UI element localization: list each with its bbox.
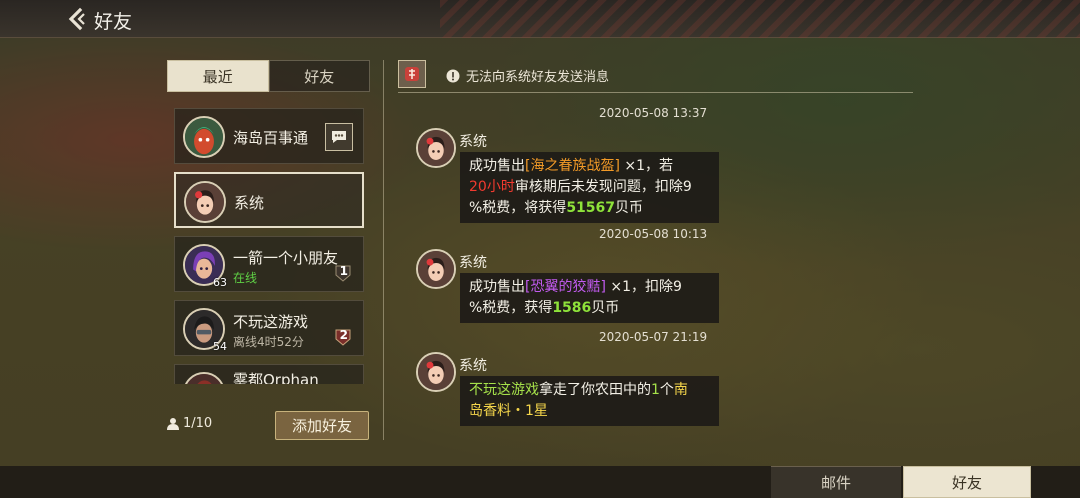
chat-bubble-icon (332, 131, 346, 143)
avatar (183, 116, 225, 158)
friend-name: 雾都Orphan (233, 371, 319, 384)
page-title: 好友 (94, 11, 133, 33)
level-label: 63 (213, 276, 227, 289)
message-bubble: 成功售出[海之眷族战盔] ×1，若 20小时审核期后未发现问题，扣除9 %税费，将获… (460, 152, 719, 223)
item-link[interactable]: [恐翼的狡黠] (525, 279, 606, 295)
quantity-highlight: 1 (651, 382, 660, 398)
system-notice: 无法向系统好友发送消息 (446, 66, 609, 85)
message-text: ×1，扣除9 (605, 279, 682, 295)
message-sender: 系统 (459, 255, 487, 271)
system-chat-icon (398, 60, 426, 88)
info-icon (446, 69, 460, 82)
message-text: ×1，若 (619, 158, 674, 174)
tab-mail[interactable]: 邮件 (771, 466, 901, 498)
system-badge-icon (405, 67, 419, 81)
message-text: 拿走了你农田中的 (539, 382, 651, 398)
message-text: 贝币 (591, 300, 620, 316)
friend-status: 在线 (233, 271, 258, 285)
tab-friends-bottom[interactable]: 好友 (903, 466, 1031, 498)
message-sender: 系统 (459, 134, 487, 150)
list-item-friend[interactable]: 54 不玩这游戏 离线4时52分 2 (174, 300, 364, 356)
friend-name: 一箭一个小朋友 (233, 249, 339, 267)
friend-count: 1/10 (167, 416, 212, 431)
item-link[interactable]: [海之眷族战盔] (525, 158, 620, 174)
list-item-island-guide[interactable]: 海岛百事通 (174, 108, 364, 164)
message-sender: 系统 (459, 358, 487, 374)
friend-list: 海岛百事通 系统 63 一箭一个小朋友 在线 1 54 不玩这游戏 离线4时52… (174, 108, 364, 384)
message-text: 贝币 (615, 200, 644, 216)
friend-count-value: 1/10 (183, 416, 213, 431)
avatar (183, 372, 225, 384)
tab-friends[interactable]: 好友 (268, 60, 370, 92)
avatar (416, 352, 456, 392)
amount-highlight: 51567 (566, 200, 616, 216)
message-timestamp: 2020-05-08 13:37 (599, 106, 708, 120)
amount-highlight: 1586 (552, 300, 592, 316)
level-label: 54 (213, 340, 227, 353)
message-text: %税费，获得 (469, 300, 553, 316)
list-item-friend[interactable]: 63 一箭一个小朋友 在线 1 (174, 236, 364, 292)
chevron-left-icon (68, 7, 85, 31)
friend-tabs: 最近 好友 (167, 60, 370, 92)
top-bar (0, 0, 1080, 38)
friend-name: 系统 (234, 194, 265, 212)
list-item-system[interactable]: 系统 (174, 172, 364, 228)
add-friend-button[interactable]: 添加好友 (275, 411, 369, 440)
message-button[interactable] (325, 123, 353, 151)
player-link[interactable]: 不玩这游戏 (469, 382, 539, 398)
item-link[interactable]: 南 (674, 382, 688, 398)
avatar (416, 128, 456, 168)
chat-header-divider (398, 92, 913, 93)
friend-status: 离线4时52分 (233, 335, 304, 349)
message-text: 成功售出 (469, 279, 525, 295)
message-text: 审核期后未发现问题，扣除9 (514, 179, 692, 195)
panel-divider (383, 60, 384, 440)
message-bubble: 不玩这游戏拿走了你农田中的1个南岛香料・1星 (460, 376, 719, 426)
message-text: 成功售出 (469, 158, 525, 174)
avatar (416, 249, 456, 289)
rank-badge-number: 2 (339, 328, 348, 342)
tab-recent[interactable]: 最近 (167, 60, 269, 92)
user-icon (167, 418, 179, 430)
item-link[interactable]: 岛香料・1星 (469, 403, 548, 419)
rank-badge-number: 1 (339, 264, 348, 278)
list-item-friend[interactable]: 雾都Orphan (174, 364, 364, 384)
message-timestamp: 2020-05-08 10:13 (599, 227, 708, 241)
friend-name: 海岛百事通 (233, 129, 309, 147)
avatar (184, 181, 226, 223)
message-text: 个 (659, 382, 674, 398)
message-timestamp: 2020-05-07 21:19 (599, 330, 708, 344)
message-bubble: 成功售出[恐翼的狡黠] ×1，扣除9 %税费，获得1586贝币 (460, 273, 719, 323)
back-button[interactable] (64, 6, 90, 32)
message-text: %税费，将获得 (469, 200, 567, 216)
duration-highlight: 20小时 (469, 179, 515, 195)
friend-name: 不玩这游戏 (233, 313, 309, 331)
notice-text: 无法向系统好友发送消息 (466, 70, 610, 85)
